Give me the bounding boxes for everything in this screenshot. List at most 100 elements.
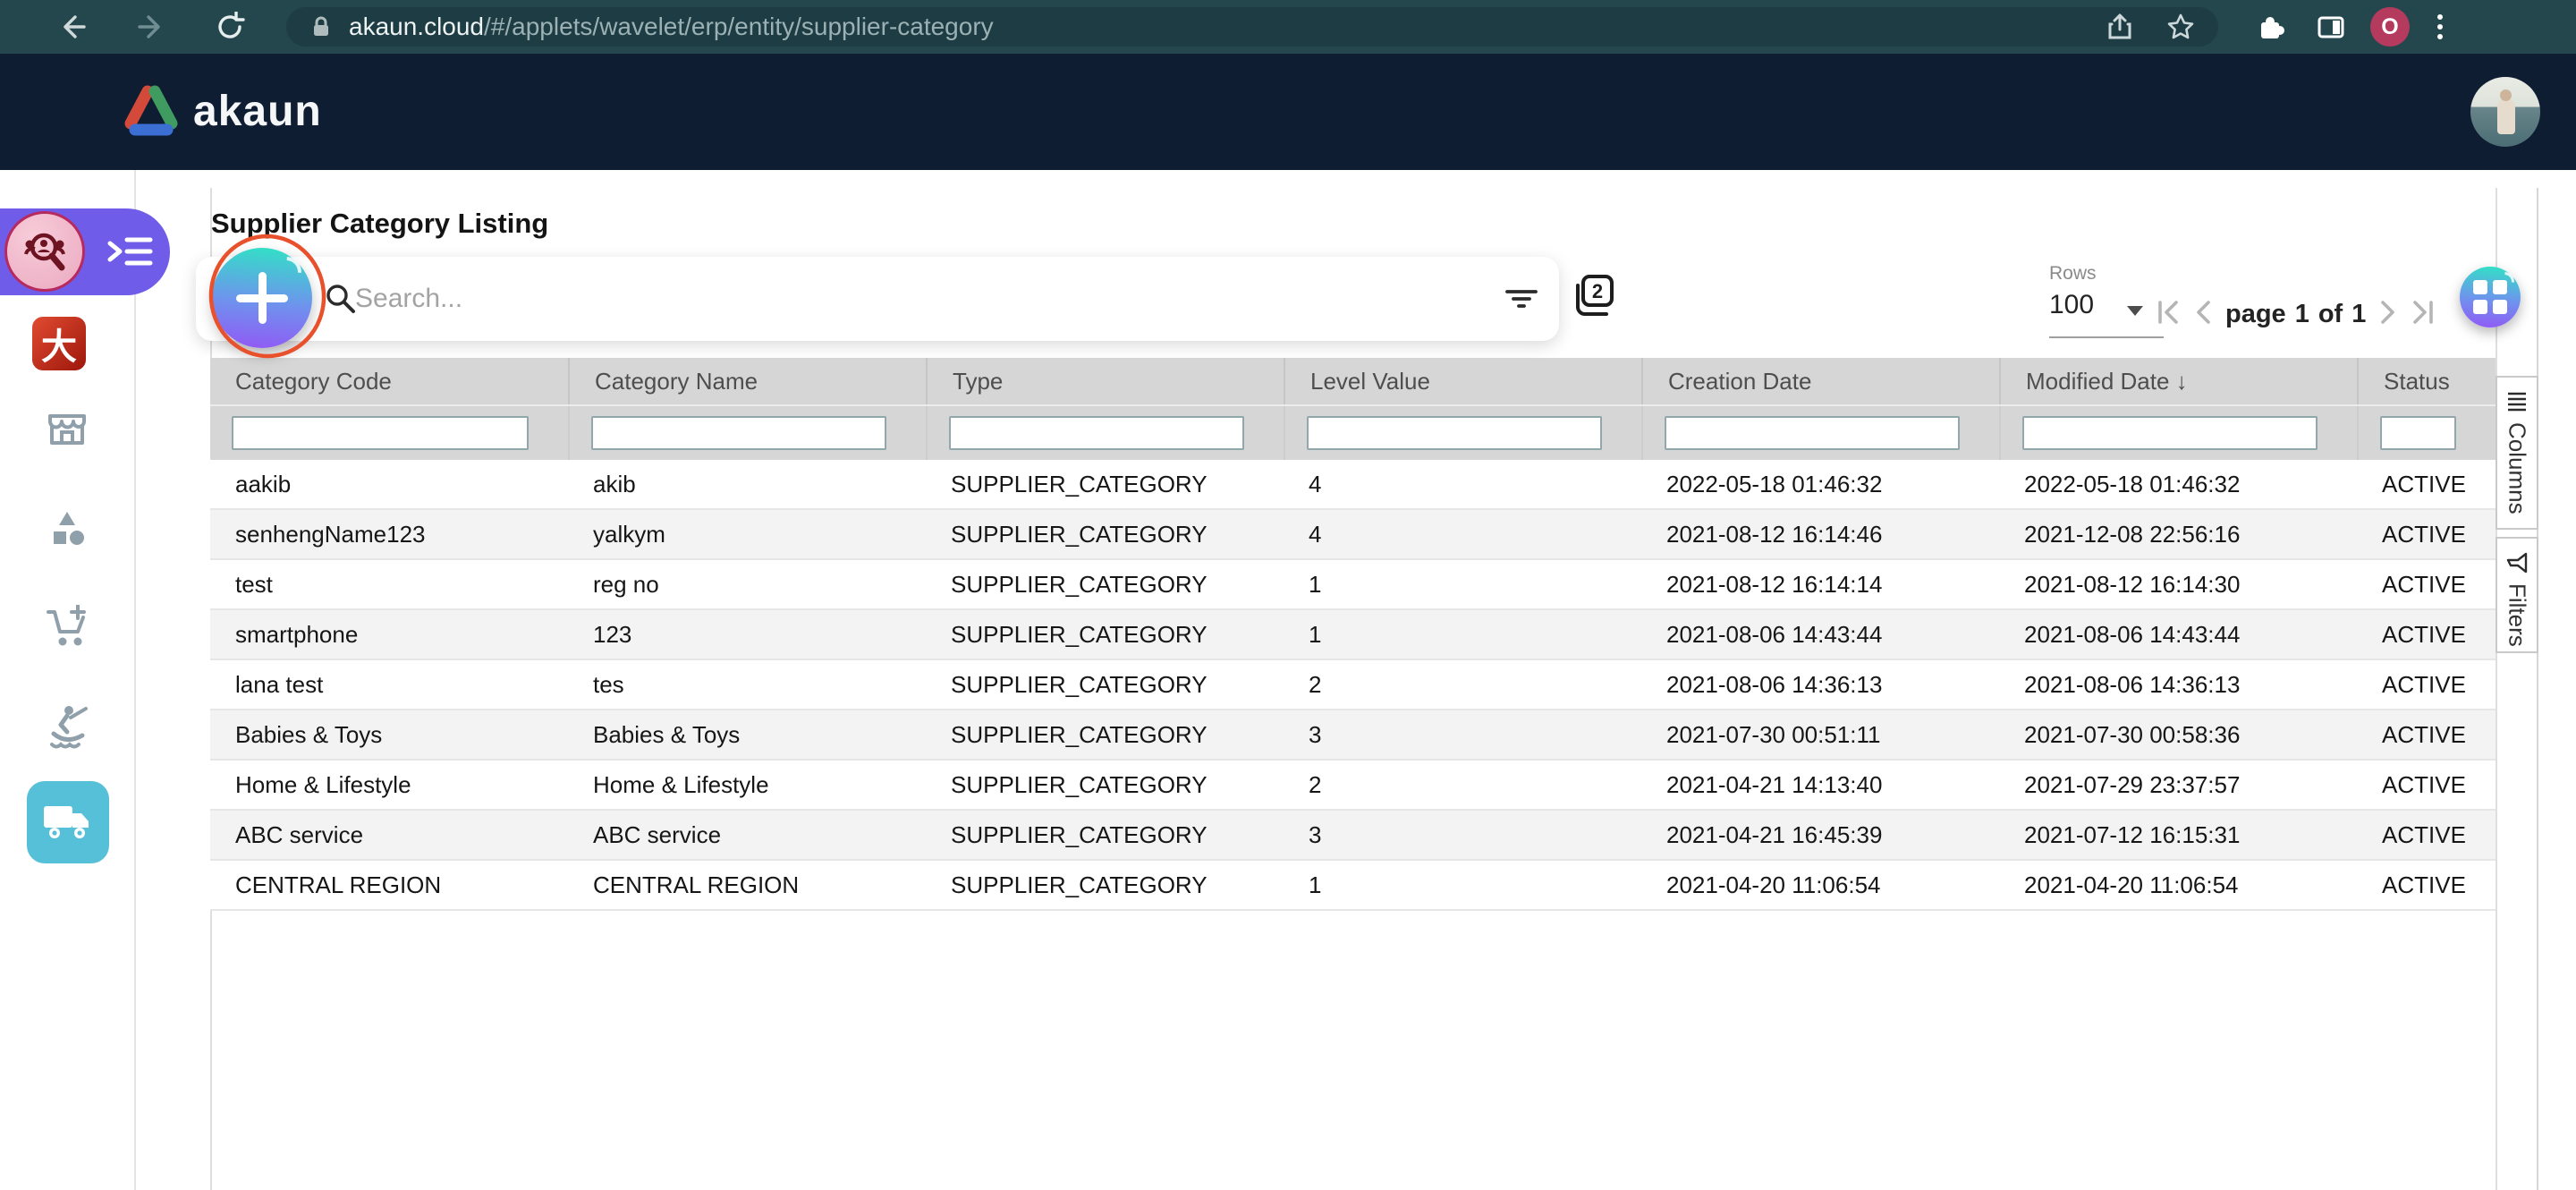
table-row[interactable]: testreg noSUPPLIER_CATEGORY12021-08-12 1… xyxy=(210,560,2496,610)
column-header-status[interactable]: Status xyxy=(2357,358,2496,404)
filter-cell-status xyxy=(2357,406,2496,460)
rows-per-page-label: Rows xyxy=(2049,263,2097,285)
user-avatar[interactable] xyxy=(2470,77,2540,147)
column-header-category-code[interactable]: Category Code xyxy=(210,358,568,404)
sidebar-item-shapes[interactable] xyxy=(45,506,89,556)
table-row[interactable]: Babies & ToysBabies & ToysSUPPLIER_CATEG… xyxy=(210,710,2496,761)
column-header-level-value[interactable]: Level Value xyxy=(1284,358,1641,404)
cell-category-code: aakib xyxy=(210,460,568,508)
browser-profile-avatar[interactable]: O xyxy=(2370,7,2410,47)
cell-category-code: Home & Lifestyle xyxy=(210,761,568,809)
filter-input-creation-date[interactable] xyxy=(1665,416,1960,450)
cell-modified-date: 2021-08-06 14:43:44 xyxy=(1999,610,2357,659)
filter-cell-category-code xyxy=(210,406,568,460)
delivery-truck-icon xyxy=(42,803,94,842)
of-word: of xyxy=(2318,300,2343,329)
cell-category-name: CENTRAL REGION xyxy=(568,861,926,909)
cell-category-name: Babies & Toys xyxy=(568,710,926,759)
page-word: page xyxy=(2225,300,2286,329)
add-new-button[interactable] xyxy=(212,248,312,348)
last-page-icon[interactable] xyxy=(2411,298,2436,331)
cell-status: ACTIVE xyxy=(2357,710,2496,759)
column-header-modified-date[interactable]: Modified Date ↓ xyxy=(1999,358,2357,404)
grid-view-button[interactable] xyxy=(2460,267,2521,327)
sidebar-item-delivery[interactable] xyxy=(27,781,109,863)
app-sidebar: 大 xyxy=(0,170,136,1190)
expand-menu-icon[interactable] xyxy=(106,233,154,275)
filter-input-modified-date[interactable] xyxy=(2022,416,2318,450)
browser-menu-icon[interactable] xyxy=(2435,11,2445,43)
column-header-category-name[interactable]: Category Name xyxy=(568,358,926,404)
back-icon[interactable] xyxy=(55,11,88,43)
cell-category-code: Babies & Toys xyxy=(210,710,568,759)
akaun-logo: akaun xyxy=(123,84,322,138)
cell-creation-date: 2022-05-18 01:46:32 xyxy=(1641,460,1999,508)
application-window: akaun.cloud/#/applets/wavelet/erp/entity… xyxy=(0,0,2576,1190)
next-page-icon[interactable] xyxy=(2379,298,2397,331)
cell-level-value: 3 xyxy=(1284,811,1641,859)
bookmark-star-icon[interactable] xyxy=(2166,13,2195,41)
cell-category-code: senhengName123 xyxy=(210,510,568,558)
table-row[interactable]: Home & LifestyleHome & LifestyleSUPPLIER… xyxy=(210,761,2496,811)
first-page-icon[interactable] xyxy=(2156,298,2181,331)
cell-category-code: smartphone xyxy=(210,610,568,659)
table-body: aakibakibSUPPLIER_CATEGORY42022-05-18 01… xyxy=(210,460,2496,911)
browser-toolbar: akaun.cloud/#/applets/wavelet/erp/entity… xyxy=(0,0,2576,54)
filters-tab-label: Filters xyxy=(2504,583,2531,647)
cell-type: SUPPLIER_CATEGORY xyxy=(926,861,1284,909)
filter-input-level-value[interactable] xyxy=(1307,416,1602,450)
duplicate-view-icon[interactable]: 2 xyxy=(1572,273,1615,324)
sidebar-item-storefront[interactable] xyxy=(45,405,89,455)
search-input[interactable] xyxy=(355,257,1411,341)
cell-category-name: 123 xyxy=(568,610,926,659)
sidebar-item-dahua-app[interactable]: 大 xyxy=(32,317,86,370)
filters-panel-tab[interactable]: Filters xyxy=(2496,537,2538,653)
column-header-type[interactable]: Type xyxy=(926,358,1284,404)
address-bar[interactable]: akaun.cloud/#/applets/wavelet/erp/entity… xyxy=(286,7,2218,47)
reload-icon[interactable] xyxy=(215,12,245,42)
filter-input-category-name[interactable] xyxy=(591,416,886,450)
cell-category-name: Home & Lifestyle xyxy=(568,761,926,809)
dropdown-caret-icon[interactable] xyxy=(2127,306,2143,316)
cell-level-value: 2 xyxy=(1284,660,1641,709)
table-row[interactable]: aakibakibSUPPLIER_CATEGORY42022-05-18 01… xyxy=(210,460,2496,510)
columns-panel-tab[interactable]: Columns xyxy=(2496,376,2538,530)
cell-category-code: lana test xyxy=(210,660,568,709)
table-row[interactable]: senhengName123yalkymSUPPLIER_CATEGORY420… xyxy=(210,510,2496,560)
cell-creation-date: 2021-07-30 00:51:11 xyxy=(1641,710,1999,759)
filter-cell-category-name xyxy=(568,406,926,460)
filter-input-status[interactable] xyxy=(2380,416,2456,450)
extensions-puzzle-icon[interactable] xyxy=(2254,11,2286,43)
table-filter-row xyxy=(210,404,2496,460)
sidebar-item-add-to-cart[interactable] xyxy=(45,605,89,654)
cell-category-name: reg no xyxy=(568,560,926,608)
people-search-icon[interactable] xyxy=(4,211,85,292)
cell-modified-date: 2021-08-12 16:14:30 xyxy=(1999,560,2357,608)
forward-icon[interactable] xyxy=(136,11,168,43)
cell-type: SUPPLIER_CATEGORY xyxy=(926,610,1284,659)
table-row[interactable]: smartphone123SUPPLIER_CATEGORY12021-08-0… xyxy=(210,610,2496,660)
svg-text:2: 2 xyxy=(1592,280,1603,302)
column-header-creation-date[interactable]: Creation Date xyxy=(1641,358,1999,404)
akaun-triangle-icon xyxy=(123,84,179,138)
cell-status: ACTIVE xyxy=(2357,811,2496,859)
table-row[interactable]: CENTRAL REGIONCENTRAL REGIONSUPPLIER_CAT… xyxy=(210,861,2496,911)
pagination: page 1 of 1 xyxy=(2156,293,2436,335)
filter-input-category-code[interactable] xyxy=(232,416,529,450)
page-title: Supplier Category Listing xyxy=(211,208,548,240)
cell-level-value: 3 xyxy=(1284,710,1641,759)
filter-input-type[interactable] xyxy=(949,416,1244,450)
table-row[interactable]: lana testtesSUPPLIER_CATEGORY22021-08-06… xyxy=(210,660,2496,710)
share-icon[interactable] xyxy=(2106,13,2134,41)
cell-category-name: ABC service xyxy=(568,811,926,859)
cell-type: SUPPLIER_CATEGORY xyxy=(926,761,1284,809)
sidebar-active-item[interactable] xyxy=(0,208,170,295)
filter-list-icon[interactable] xyxy=(1504,281,1539,321)
filter-cell-type xyxy=(926,406,1284,460)
side-panel-icon[interactable] xyxy=(2315,11,2347,43)
sidebar-item-water-ski[interactable] xyxy=(45,703,91,754)
previous-page-icon[interactable] xyxy=(2194,298,2212,331)
table-row[interactable]: ABC serviceABC serviceSUPPLIER_CATEGORY3… xyxy=(210,811,2496,861)
filter-cell-modified-date xyxy=(1999,406,2357,460)
rows-per-page-select[interactable]: 100 xyxy=(2049,290,2094,320)
